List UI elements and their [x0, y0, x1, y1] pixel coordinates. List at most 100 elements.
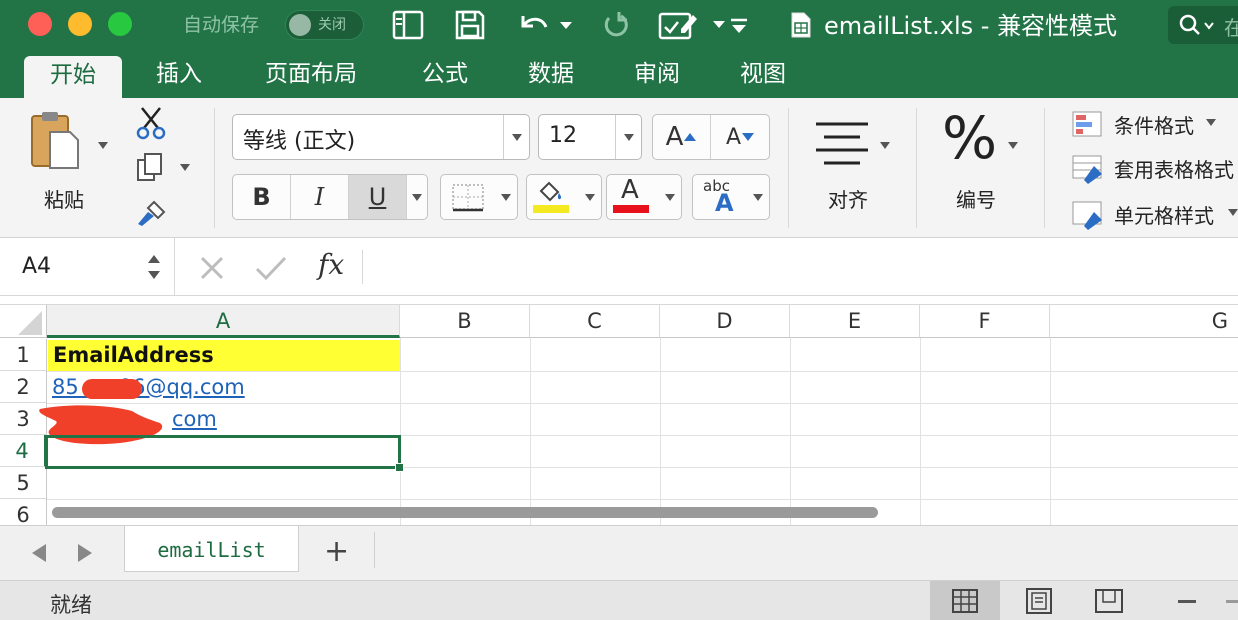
ribbon-separator: [1044, 108, 1045, 228]
row-header-1[interactable]: 1: [0, 339, 47, 371]
status-bar: 就绪: [0, 580, 1238, 620]
close-window-button[interactable]: [28, 12, 52, 36]
page-break-view-button[interactable]: [1074, 581, 1144, 620]
maximize-window-button[interactable]: [108, 12, 132, 36]
underline-button[interactable]: U: [349, 175, 407, 219]
format-as-table-button[interactable]: 套用表格格式: [1072, 154, 1238, 184]
grid-view-icon: [952, 589, 978, 613]
column-header-e[interactable]: E: [790, 305, 920, 338]
column-header-d[interactable]: D: [660, 305, 790, 338]
row-header-2[interactable]: 2: [0, 371, 47, 403]
tab-page-layout[interactable]: 页面布局: [246, 52, 376, 98]
name-box-stepper-icon[interactable]: [146, 252, 162, 282]
page-break-icon: [1095, 589, 1123, 613]
status-text: 就绪: [50, 593, 92, 617]
zoom-slider[interactable]: [1226, 600, 1238, 603]
save-icon[interactable]: [452, 8, 488, 42]
row-header-6[interactable]: 6: [0, 499, 47, 525]
borders-button[interactable]: [440, 174, 518, 220]
column-header-a[interactable]: A: [47, 305, 400, 338]
underline-dropdown-arrow[interactable]: [407, 175, 428, 219]
redaction-mark: [82, 379, 142, 399]
search-box[interactable]: 在: [1168, 6, 1238, 44]
insert-function-button[interactable]: fx: [318, 248, 344, 281]
next-sheet-icon[interactable]: [76, 542, 94, 564]
page-layout-view-button[interactable]: [1004, 581, 1074, 620]
conditional-formatting-icon: [1072, 111, 1102, 137]
cancel-entry-icon[interactable]: [198, 254, 226, 282]
column-header-b[interactable]: B: [400, 305, 530, 338]
minimize-window-button[interactable]: [68, 12, 92, 36]
tab-home[interactable]: 开始: [24, 56, 122, 98]
fill-color-button[interactable]: [526, 174, 602, 220]
previous-sheet-icon[interactable]: [30, 542, 48, 564]
column-header-g[interactable]: G: [1050, 305, 1238, 338]
formula-input[interactable]: [372, 248, 1232, 286]
edit-checklist-icon[interactable]: [656, 8, 730, 42]
column-header-c[interactable]: C: [530, 305, 660, 338]
worksheet-grid[interactable]: A B C D E F G 1 2 3 4 5 6 EmailAddress 8…: [0, 297, 1238, 525]
font-name-dropdown-arrow[interactable]: [503, 115, 529, 159]
font-size-value: 12: [549, 123, 577, 148]
shrink-font-button[interactable]: A: [711, 115, 770, 159]
grid-line: [47, 499, 1238, 500]
autosave-toggle[interactable]: 关闭: [285, 10, 364, 40]
row-header-5[interactable]: 5: [0, 467, 47, 499]
tab-insert[interactable]: 插入: [140, 52, 218, 98]
format-painter-icon[interactable]: [134, 198, 168, 228]
bold-button[interactable]: B: [233, 175, 291, 219]
tab-review[interactable]: 审阅: [616, 52, 698, 98]
number-format-icon[interactable]: %: [942, 106, 997, 170]
font-size-dropdown-arrow[interactable]: [615, 115, 641, 159]
borders-icon: [452, 184, 484, 212]
sidebar-toggle-icon[interactable]: [390, 8, 426, 42]
grow-font-button[interactable]: A: [653, 115, 711, 159]
cell-styles-button[interactable]: 单元格样式: [1072, 200, 1238, 230]
font-name-dropdown[interactable]: 等线 (正文): [232, 114, 530, 160]
grid-line: [660, 338, 661, 525]
copy-icon[interactable]: [136, 152, 166, 184]
copy-dropdown-caret[interactable]: [180, 164, 190, 171]
page-layout-icon: [1026, 588, 1052, 614]
font-color-button[interactable]: A: [606, 174, 682, 220]
select-all-button[interactable]: [0, 305, 47, 338]
sheet-tab-emaillist[interactable]: emailList: [124, 526, 299, 572]
horizontal-scrollbar[interactable]: [52, 507, 878, 518]
normal-view-button[interactable]: [930, 581, 1000, 620]
redo-icon[interactable]: [598, 8, 634, 42]
zoom-out-icon[interactable]: [1178, 600, 1196, 603]
font-name-value: 等线 (正文): [243, 129, 356, 154]
selected-cell-a4[interactable]: [45, 435, 401, 469]
search-hint: 在: [1224, 16, 1238, 40]
tab-formulas[interactable]: 公式: [404, 52, 486, 98]
triangle-up-icon: [684, 133, 697, 141]
name-box[interactable]: A4: [0, 238, 175, 296]
customize-toolbar-icon[interactable]: [726, 8, 752, 42]
tab-view[interactable]: 视图: [722, 52, 804, 98]
column-header-f[interactable]: F: [920, 305, 1050, 338]
paste-icon[interactable]: [28, 110, 84, 172]
grid-line: [790, 338, 791, 525]
grid-line: [400, 338, 401, 525]
fill-handle[interactable]: [395, 463, 404, 472]
conditional-formatting-button[interactable]: 条件格式: [1072, 110, 1238, 140]
cut-icon[interactable]: [136, 106, 166, 140]
paste-dropdown-caret[interactable]: [98, 142, 108, 149]
number-dropdown-caret[interactable]: [1008, 142, 1018, 149]
grid-top-border: [0, 297, 1238, 305]
add-sheet-button[interactable]: +: [324, 534, 349, 569]
document-icon: [788, 8, 814, 42]
font-size-dropdown[interactable]: 12: [538, 114, 642, 160]
grid-line: [530, 338, 531, 525]
text-effects-button[interactable]: abc A: [692, 174, 770, 220]
tab-data[interactable]: 数据: [510, 52, 592, 98]
undo-icon[interactable]: [514, 8, 576, 42]
align-dropdown-caret[interactable]: [880, 142, 890, 149]
confirm-entry-icon[interactable]: [254, 254, 288, 282]
cell-a1[interactable]: EmailAddress: [48, 340, 400, 371]
cell-a3-link[interactable]: com: [172, 407, 217, 431]
font-color-letter: A: [621, 175, 639, 205]
italic-button[interactable]: I: [291, 175, 349, 219]
align-icon[interactable]: [814, 120, 870, 168]
name-box-value: A4: [22, 254, 52, 279]
